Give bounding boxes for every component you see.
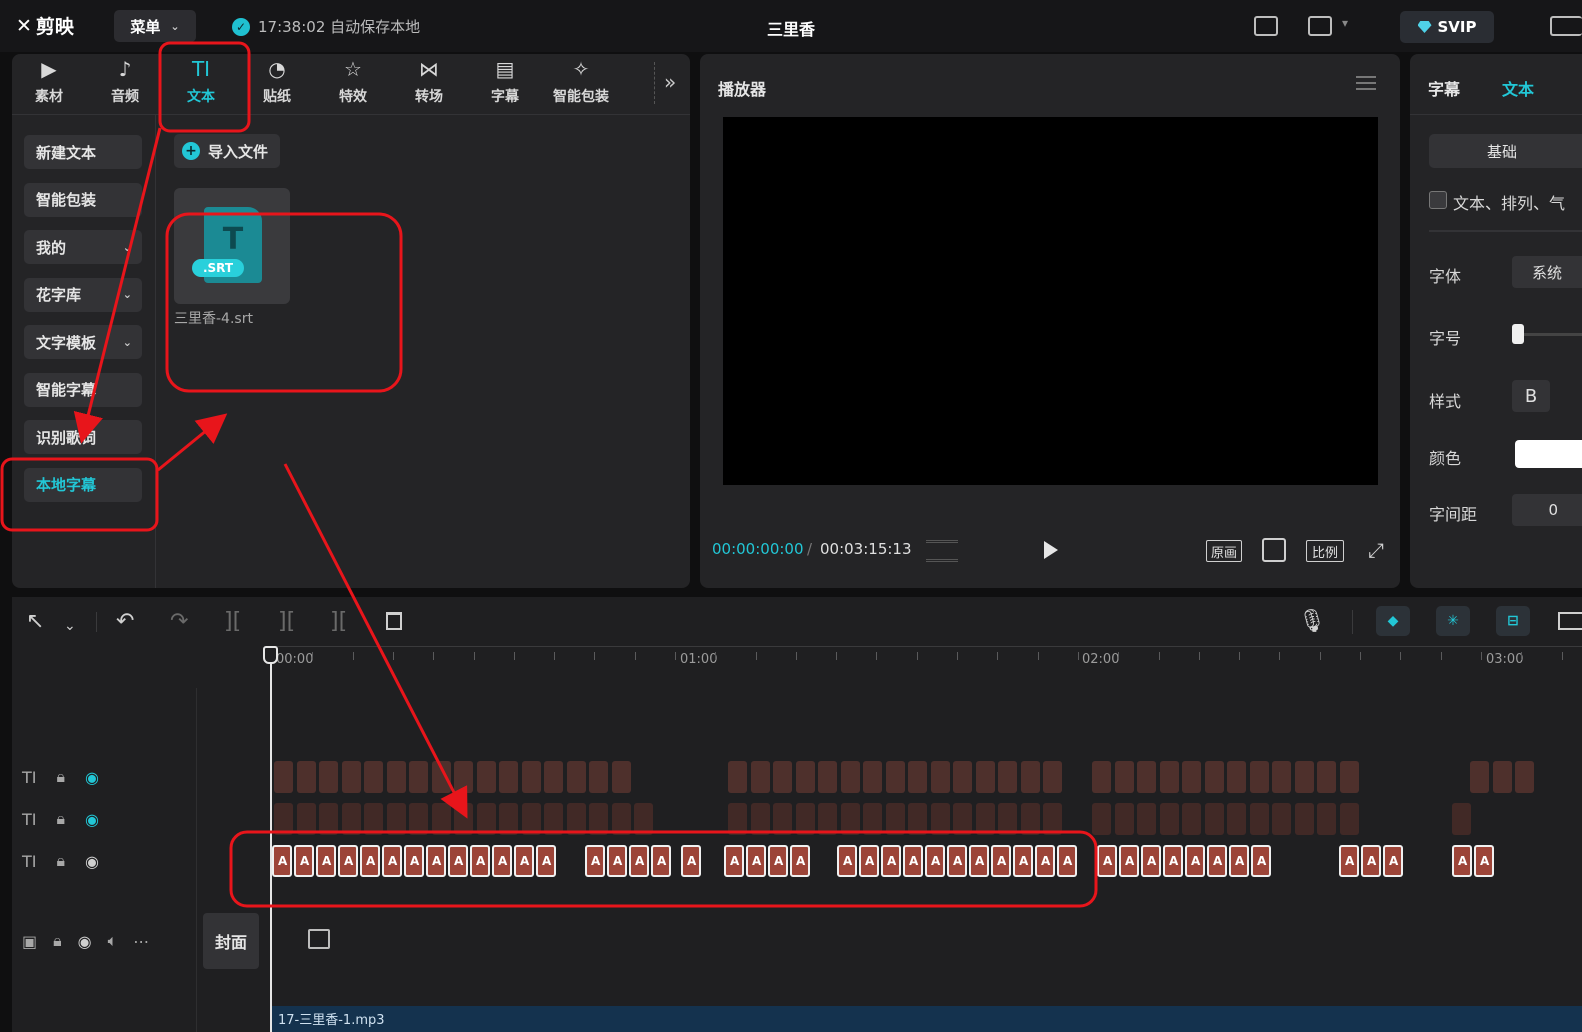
annotation-arrow-3 — [283, 463, 468, 819]
annotation-overlay — [0, 41, 1098, 908]
annotation-arrow-1 — [73, 127, 162, 444]
annotation-box-text-tab — [158, 41, 251, 133]
annotation-box-local-subtitle — [0, 457, 159, 532]
annotation-arrow-2 — [157, 413, 228, 472]
annotation-box-srt-file — [165, 212, 403, 393]
annotation-box-subtitle-track — [229, 830, 1098, 908]
